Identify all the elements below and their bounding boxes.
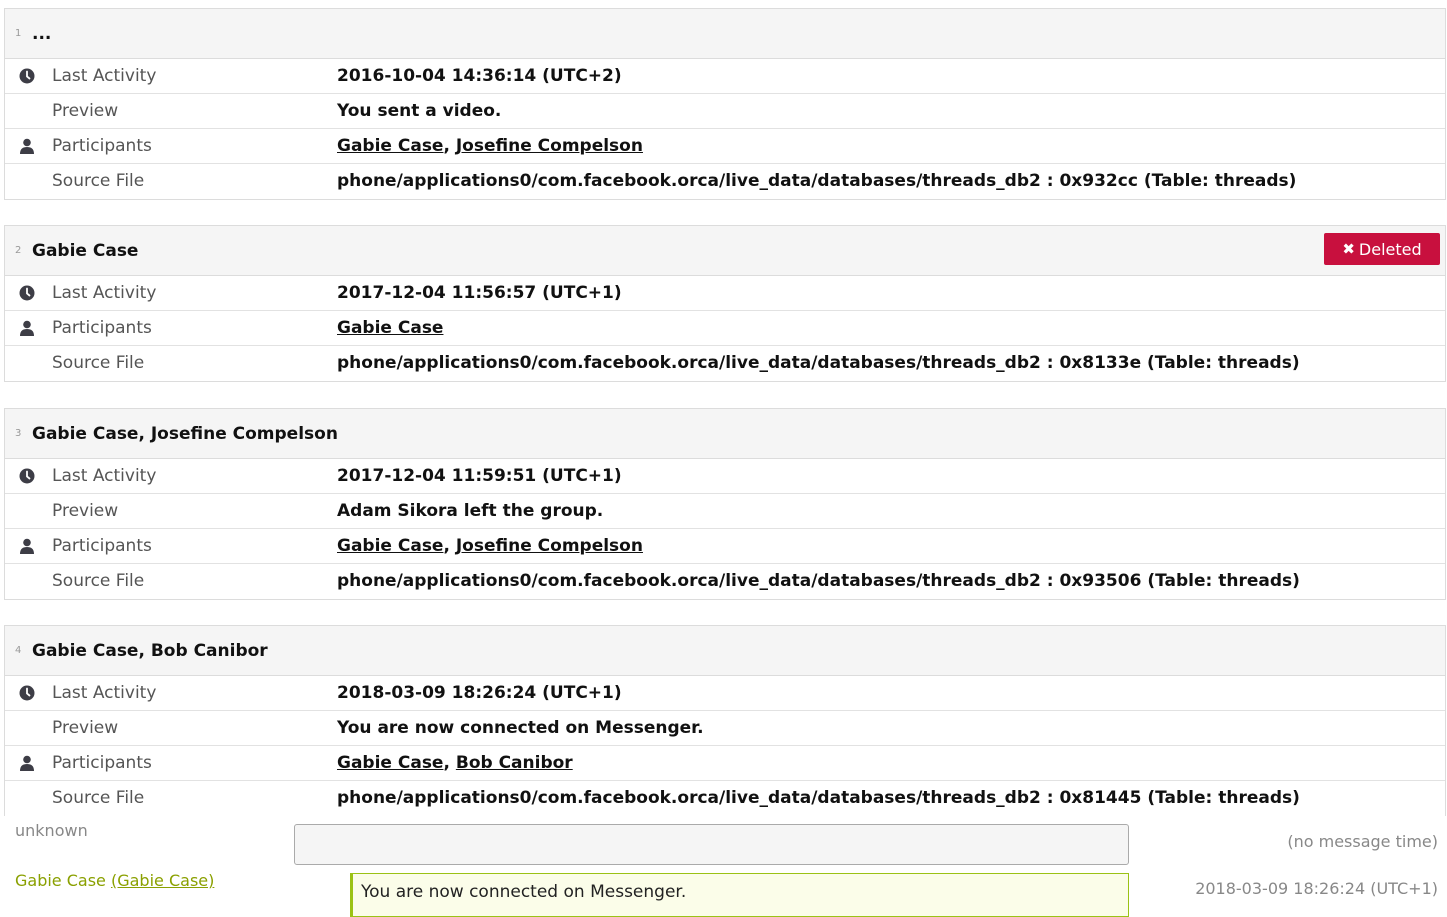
thread-title: Gabie Case, Josefine Compelson (32, 424, 338, 444)
clock-icon (19, 685, 35, 701)
row-value: 2018-03-09 18:26:24 (UTC+1) (337, 683, 622, 703)
thread-header: 3 Gabie Case, Josefine Compelson (5, 409, 1445, 459)
message-sender: Gabie Case (Gabie Case) (15, 871, 214, 890)
row-label: Source File (52, 353, 145, 373)
x-icon: ✖ (1342, 240, 1355, 258)
thread-card: 2 Gabie Case ✖ Deleted Last Activity 2017… (4, 225, 1446, 382)
row-value: 2017-12-04 11:56:57 (UTC+1) (337, 283, 622, 303)
row-label: Source File (52, 171, 145, 191)
message-bubble (294, 824, 1129, 865)
row-label: Last Activity (52, 683, 157, 703)
preview-row: Preview Adam Sikora left the group. (5, 494, 1445, 529)
source-file-row: Source File phone/applications0/com.face… (5, 164, 1445, 199)
row-label: Preview (52, 718, 119, 738)
preview-row: Preview You are now connected on Messeng… (5, 711, 1445, 746)
message-time: (no message time) (1287, 832, 1438, 851)
row-label: Participants (52, 318, 152, 338)
message-sender: unknown (15, 821, 88, 840)
thread-header: 1 ... (5, 9, 1445, 59)
participants-row: Participants Gabie Case, Josefine Compel… (5, 529, 1445, 564)
sender-name: Gabie Case (15, 871, 106, 890)
row-label: Preview (52, 501, 119, 521)
participants-row: Participants Gabie Case, Bob Canibor (5, 746, 1445, 781)
last-activity-row: Last Activity 2017-12-04 11:56:57 (UTC+1… (5, 276, 1445, 311)
row-label: Last Activity (52, 466, 157, 486)
thread-card: 3 Gabie Case, Josefine Compelson Last Ac… (4, 408, 1446, 600)
thread-number: 4 (15, 645, 22, 656)
row-label: Last Activity (52, 66, 157, 86)
row-value: Adam Sikora left the group. (337, 501, 604, 521)
participants-value: Gabie Case, Josefine Compelson (337, 536, 643, 556)
thread-number: 2 (15, 245, 22, 256)
row-value: You are now connected on Messenger. (337, 718, 704, 738)
badge-label: Deleted (1358, 239, 1422, 259)
row-value: phone/applications0/com.facebook.orca/li… (337, 171, 1297, 191)
clock-icon (19, 68, 35, 84)
row-value: phone/applications0/com.facebook.orca/li… (337, 571, 1300, 591)
participant-link[interactable]: Josefine Compelson (456, 136, 643, 156)
row-label: Participants (52, 136, 152, 156)
thread-title: Gabie Case (32, 241, 139, 261)
person-icon (19, 138, 35, 154)
preview-row: Preview You sent a video. (5, 94, 1445, 129)
thread-card: 4 Gabie Case, Bob Canibor Last Activity … (4, 625, 1446, 816)
participants-value: Gabie Case, Bob Canibor (337, 753, 573, 773)
last-activity-row: Last Activity 2016-10-04 14:36:14 (UTC+2… (5, 59, 1445, 94)
row-value: phone/applications0/com.facebook.orca/li… (337, 788, 1300, 808)
participant-link[interactable]: Josefine Compelson (456, 536, 643, 556)
participant-link[interactable]: Gabie Case (337, 136, 443, 156)
message-time: 2018-03-09 18:26:24 (UTC+1) (1195, 879, 1438, 898)
thread-header: 2 Gabie Case ✖ Deleted (5, 226, 1445, 276)
source-file-row: Source File phone/applications0/com.face… (5, 781, 1445, 816)
thread-header: 4 Gabie Case, Bob Canibor (5, 626, 1445, 676)
row-value: 2017-12-04 11:59:51 (UTC+1) (337, 466, 622, 486)
thread-number: 3 (15, 428, 22, 439)
sender-link[interactable]: (Gabie Case) (111, 871, 214, 890)
row-value: You sent a video. (337, 101, 502, 121)
participants-row: Participants Gabie Case (5, 311, 1445, 346)
message-bubble: You are now connected on Messenger. (350, 873, 1129, 917)
row-label: Preview (52, 101, 119, 121)
deleted-badge: ✖ Deleted (1324, 233, 1440, 265)
clock-icon (19, 468, 35, 484)
row-label: Source File (52, 788, 145, 808)
person-icon (19, 538, 35, 554)
thread-card: 1 ... Last Activity 2016-10-04 14:36:14 … (4, 8, 1446, 200)
row-label: Source File (52, 571, 145, 591)
participant-link[interactable]: Gabie Case (337, 318, 443, 338)
last-activity-row: Last Activity 2018-03-09 18:26:24 (UTC+1… (5, 676, 1445, 711)
participant-link[interactable]: Gabie Case (337, 536, 443, 556)
source-file-row: Source File phone/applications0/com.face… (5, 346, 1445, 381)
row-label: Last Activity (52, 283, 157, 303)
row-value: phone/applications0/com.facebook.orca/li… (337, 353, 1300, 373)
last-activity-row: Last Activity 2017-12-04 11:59:51 (UTC+1… (5, 459, 1445, 494)
thread-title: Gabie Case, Bob Canibor (32, 641, 268, 661)
person-icon (19, 320, 35, 336)
participant-link[interactable]: Gabie Case (337, 753, 443, 773)
row-label: Participants (52, 753, 152, 773)
clock-icon (19, 285, 35, 301)
participants-value: Gabie Case, Josefine Compelson (337, 136, 643, 156)
participant-link[interactable]: Bob Canibor (456, 753, 573, 773)
person-icon (19, 755, 35, 771)
row-label: Participants (52, 536, 152, 556)
participants-value: Gabie Case (337, 318, 443, 338)
message-list: unknown (no message time) Gabie Case (Ga… (4, 818, 1446, 917)
thread-title: ... (32, 24, 52, 44)
source-file-row: Source File phone/applications0/com.face… (5, 564, 1445, 599)
thread-number: 1 (15, 28, 22, 39)
row-value: 2016-10-04 14:36:14 (UTC+2) (337, 66, 622, 86)
participants-row: Participants Gabie Case, Josefine Compel… (5, 129, 1445, 164)
